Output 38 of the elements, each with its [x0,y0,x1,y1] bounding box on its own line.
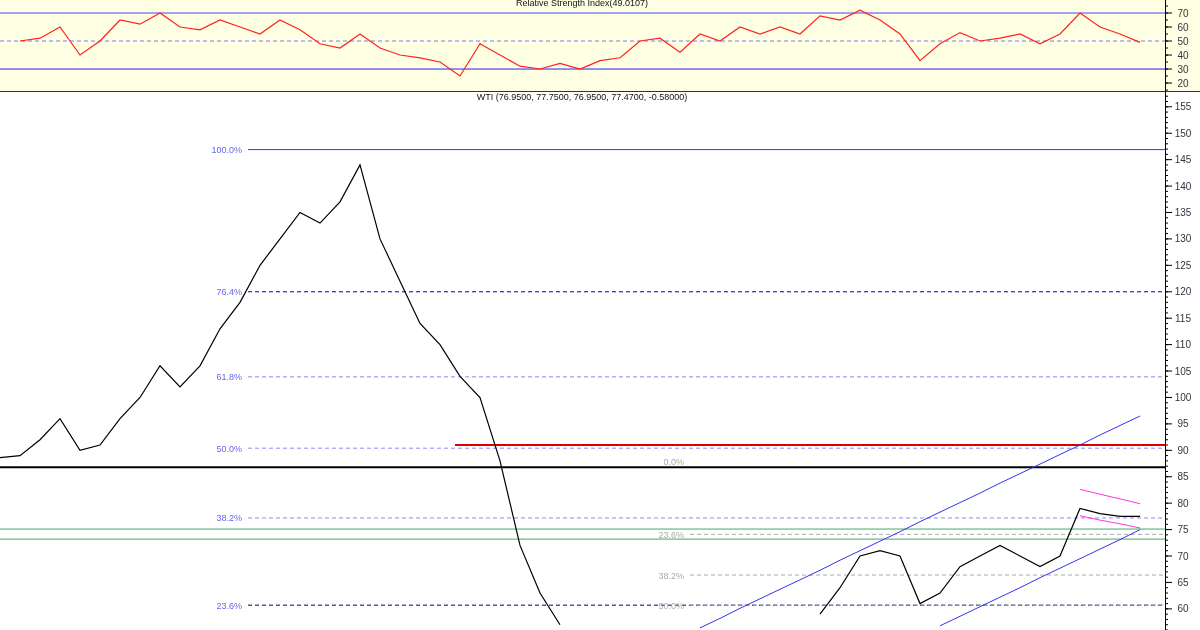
axis-label: 150 [1174,127,1192,139]
fib-label: 50.0% [658,600,684,611]
axis-label: 120 [1174,286,1192,298]
fib-label: 23.6% [216,600,242,611]
fib-label: 50.0% [216,443,242,454]
axis-label: 70 [1177,550,1189,562]
axis-label: 70 [1177,7,1189,19]
axis-label: 105 [1174,365,1192,377]
chart-title: Relative Strength Index(49.0107) [515,0,649,8]
axis-label: 130 [1174,233,1192,245]
fib-label: 38.2% [216,513,242,524]
axis-label: 65 [1177,576,1189,588]
axis-label: 50 [1177,35,1189,47]
axis-label: 145 [1174,154,1192,166]
fib-label: 61.8% [216,372,242,383]
axis-label: 115 [1175,312,1191,324]
axis-label: 100 [1174,391,1192,403]
chart-title: WTI (76.9500, 77.7500, 76.9500, 77.4700, -0.58000) [476,92,688,102]
axis-label: 30 [1177,63,1189,75]
fib-label: 23.6% [658,529,684,540]
fib-label: 100.0% [211,145,242,156]
axis-label: 60 [1177,21,1189,33]
fib-label: 76.4% [216,287,242,298]
axis-label: 80 [1177,497,1189,509]
axis-label: 85 [1177,471,1189,483]
axis-label: 95 [1177,418,1189,430]
fib-label: 0.0% [663,457,684,468]
axis-label: 110 [1175,339,1191,351]
axis-label: 135 [1174,207,1192,218]
axis-label: 90 [1177,444,1189,456]
fib-label: 38.2% [658,570,684,581]
axis-label: 60 [1177,603,1189,615]
axis-label: 20 [1177,77,1189,89]
axis-label: 140 [1174,180,1192,192]
axis-label: 155 [1174,101,1192,113]
axis-label: 125 [1174,259,1192,271]
axis-label: 40 [1177,49,1189,61]
axis-label: 75 [1177,524,1189,536]
